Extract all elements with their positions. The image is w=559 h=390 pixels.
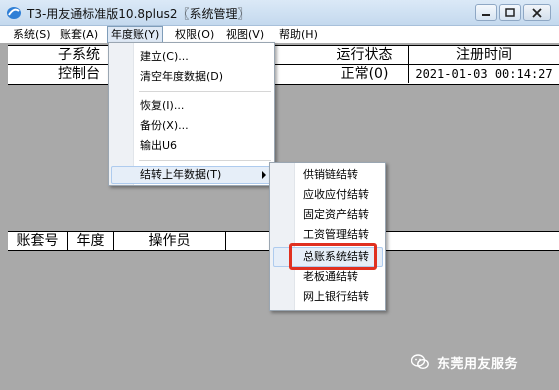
submenu-item-boss[interactable]: 老板通结转 [303, 267, 358, 287]
menu-year-account[interactable]: 年度账(Y) [107, 26, 164, 43]
title-bar: T3-用友通标准版10.8plus2〖系统管理〗 [0, 0, 559, 26]
submenu-item-payroll[interactable]: 工资管理结转 [303, 225, 369, 245]
submenu-item-receivables[interactable]: 应收应付结转 [303, 185, 369, 205]
menu-item-restore[interactable]: 恢复(I)... [140, 97, 184, 115]
annotation-highlight-box [289, 243, 377, 270]
wechat-icon [411, 354, 429, 370]
menu-item-export-u6[interactable]: 输出U6 [140, 137, 177, 155]
column-account-number: 账套号 [8, 232, 68, 250]
menu-view[interactable]: 视图(V) [223, 26, 267, 43]
app-logo-icon [7, 7, 21, 19]
column-register-time: 注册时间 [456, 47, 512, 63]
submenu-item-online-banking[interactable]: 网上银行结转 [303, 287, 369, 307]
menu-system[interactable]: 系统(S) [10, 26, 54, 43]
table-row[interactable]: 控制台 正常(0) 2021-01-03 00:14:27 [8, 65, 559, 85]
carry-over-submenu: 供销链结转 应收应付结转 固定资产结转 工资管理结转 总账系统结转 老板通结转 … [269, 162, 386, 311]
menu-bar: 系统(S) 账套(A) 年度账(Y) 权限(O) 视图(V) 帮助(H) [0, 26, 559, 43]
app-window: T3-用友通标准版10.8plus2〖系统管理〗 系统(S) 账套(A) 年度账… [0, 0, 559, 390]
watermark: 东莞用友服务 [411, 350, 518, 374]
close-button[interactable] [523, 4, 551, 21]
menu-separator [139, 160, 271, 161]
minimize-button[interactable] [475, 4, 497, 21]
minimize-icon [482, 13, 490, 16]
window-title: T3-用友通标准版10.8plus2〖系统管理〗 [27, 7, 250, 21]
column-year: 年度 [68, 232, 114, 250]
close-icon [532, 7, 542, 18]
maximize-button[interactable] [499, 4, 521, 21]
menu-item-create[interactable]: 建立(C)... [140, 48, 189, 66]
column-operator: 操作员 [114, 232, 226, 250]
submenu-arrow-icon [262, 171, 266, 179]
menu-item-clear-year-data[interactable]: 清空年度数据(D) [140, 68, 223, 86]
watermark-text: 东莞用友服务 [437, 356, 519, 372]
menu-item-carry-over[interactable]: 结转上年数据(T) [140, 166, 221, 184]
menu-separator [139, 91, 271, 92]
menu-item-backup[interactable]: 备份(X)... [140, 117, 189, 135]
subsystem-grid-header: 子系统 运行状态 注册时间 [8, 45, 559, 65]
menu-permission[interactable]: 权限(O) [172, 26, 217, 43]
submenu-item-supply-chain[interactable]: 供销链结转 [303, 165, 358, 185]
cell-register-time: 2021-01-03 00:14:27 [415, 67, 553, 81]
menu-help[interactable]: 帮助(H) [276, 26, 321, 43]
year-account-menu: 建立(C)... 清空年度数据(D) 恢复(I)... 备份(X)... 输出U… [108, 42, 275, 186]
menu-account[interactable]: 账套(A) [57, 26, 101, 43]
maximize-icon [505, 8, 515, 17]
submenu-item-fixed-assets[interactable]: 固定资产结转 [303, 205, 369, 225]
